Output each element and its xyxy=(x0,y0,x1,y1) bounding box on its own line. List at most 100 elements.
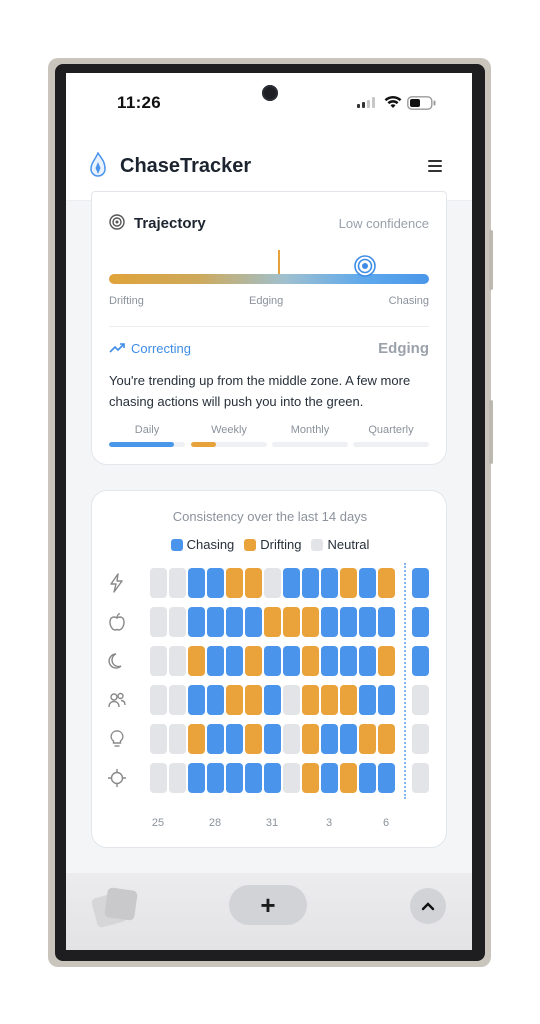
day-cell xyxy=(169,607,186,637)
day-cell xyxy=(207,646,224,676)
status-time: 11:26 xyxy=(117,93,162,112)
goal-target-icon xyxy=(354,255,376,277)
wifi-icon xyxy=(384,95,402,108)
day-cell xyxy=(264,724,281,754)
day-cell xyxy=(150,607,167,637)
period-tab-weekly[interactable]: Weekly xyxy=(191,424,267,436)
day-cell xyxy=(302,607,319,637)
day-cell xyxy=(302,568,319,598)
target-icon xyxy=(109,214,125,230)
add-button[interactable]: + xyxy=(229,885,307,925)
day-cell xyxy=(207,568,224,598)
trajectory-description: You're trending up from the middle zone.… xyxy=(109,373,411,409)
day-cell xyxy=(245,763,262,793)
day-cell xyxy=(321,685,338,715)
confidence-label: Low confidence xyxy=(338,216,429,231)
day-cell xyxy=(321,763,338,793)
day-cell xyxy=(302,724,319,754)
cellular-signal-icon xyxy=(357,97,375,108)
legend: Chasing Drifting Neutral xyxy=(92,537,448,552)
day-cell xyxy=(340,646,357,676)
today-cell xyxy=(412,568,429,598)
day-cell xyxy=(378,724,395,754)
front-camera xyxy=(262,85,278,101)
day-cell xyxy=(245,607,262,637)
day-cell xyxy=(226,568,243,598)
day-cell xyxy=(340,724,357,754)
day-cell xyxy=(188,607,205,637)
people-icon xyxy=(108,692,126,708)
day-cell xyxy=(302,685,319,715)
day-cell xyxy=(207,763,224,793)
trajectory-card: Trajectory Low confidence Drifting Edgin… xyxy=(91,191,447,465)
zone-label: Edging xyxy=(378,340,429,357)
day-cell xyxy=(283,763,300,793)
period-tab-monthly[interactable]: Monthly xyxy=(272,424,348,436)
day-cell xyxy=(226,763,243,793)
day-cell xyxy=(207,724,224,754)
x-axis-label: 25 xyxy=(151,817,165,829)
day-cell xyxy=(340,607,357,637)
day-cell xyxy=(245,568,262,598)
consistency-card: Consistency over the last 14 days Chasin… xyxy=(91,490,447,848)
day-cell xyxy=(321,568,338,598)
day-cell xyxy=(378,685,395,715)
moon-icon xyxy=(108,653,122,669)
x-axis-label: 3 xyxy=(325,817,333,829)
scale-label-drifting: Drifting xyxy=(109,295,144,307)
day-cell xyxy=(245,646,262,676)
day-cell xyxy=(169,763,186,793)
today-cell xyxy=(412,763,429,793)
today-cell xyxy=(412,646,429,676)
bottom-bar: + xyxy=(66,873,472,950)
day-cell xyxy=(226,607,243,637)
day-cell xyxy=(302,763,319,793)
day-cell xyxy=(245,724,262,754)
day-cell xyxy=(264,646,281,676)
day-cell xyxy=(264,568,281,598)
x-axis-label: 6 xyxy=(382,817,390,829)
legend-item-drifting: Drifting xyxy=(244,537,301,552)
scroll-up-button[interactable] xyxy=(410,888,446,924)
day-cell xyxy=(150,646,167,676)
day-cell xyxy=(169,724,186,754)
legend-item-chasing: Chasing xyxy=(170,537,234,552)
day-cell xyxy=(150,724,167,754)
day-cell xyxy=(188,685,205,715)
today-cell xyxy=(412,685,429,715)
power-button xyxy=(489,400,493,464)
trajectory-gradient-bar xyxy=(109,274,429,284)
day-cell xyxy=(283,568,300,598)
day-cell xyxy=(321,607,338,637)
day-cell xyxy=(378,568,395,598)
day-cell xyxy=(359,763,376,793)
day-cell xyxy=(359,685,376,715)
day-cell xyxy=(340,763,357,793)
day-cell xyxy=(150,568,167,598)
day-cell xyxy=(283,724,300,754)
trajectory-title: Trajectory xyxy=(134,215,206,232)
day-cell xyxy=(283,607,300,637)
period-progress-daily xyxy=(109,442,185,447)
day-cell xyxy=(245,685,262,715)
day-cell xyxy=(340,685,357,715)
scale-label-edging: Edging xyxy=(249,295,284,307)
day-cell xyxy=(207,685,224,715)
day-cell xyxy=(283,685,300,715)
day-cell xyxy=(359,646,376,676)
day-cell xyxy=(264,685,281,715)
day-cell xyxy=(226,685,243,715)
period-tab-daily[interactable]: Daily xyxy=(109,424,185,436)
period-tab-quarterly[interactable]: Quarterly xyxy=(353,424,429,436)
day-cell xyxy=(359,607,376,637)
day-cell xyxy=(283,646,300,676)
app-title: ChaseTracker xyxy=(120,155,252,177)
hamburger-menu-icon[interactable] xyxy=(428,160,442,175)
divider xyxy=(109,326,429,327)
day-cell xyxy=(207,607,224,637)
day-cell xyxy=(188,763,205,793)
day-cell xyxy=(264,763,281,793)
period-progress-monthly xyxy=(272,442,348,447)
cards-icon[interactable] xyxy=(90,885,140,931)
trending-up-icon xyxy=(109,343,125,353)
